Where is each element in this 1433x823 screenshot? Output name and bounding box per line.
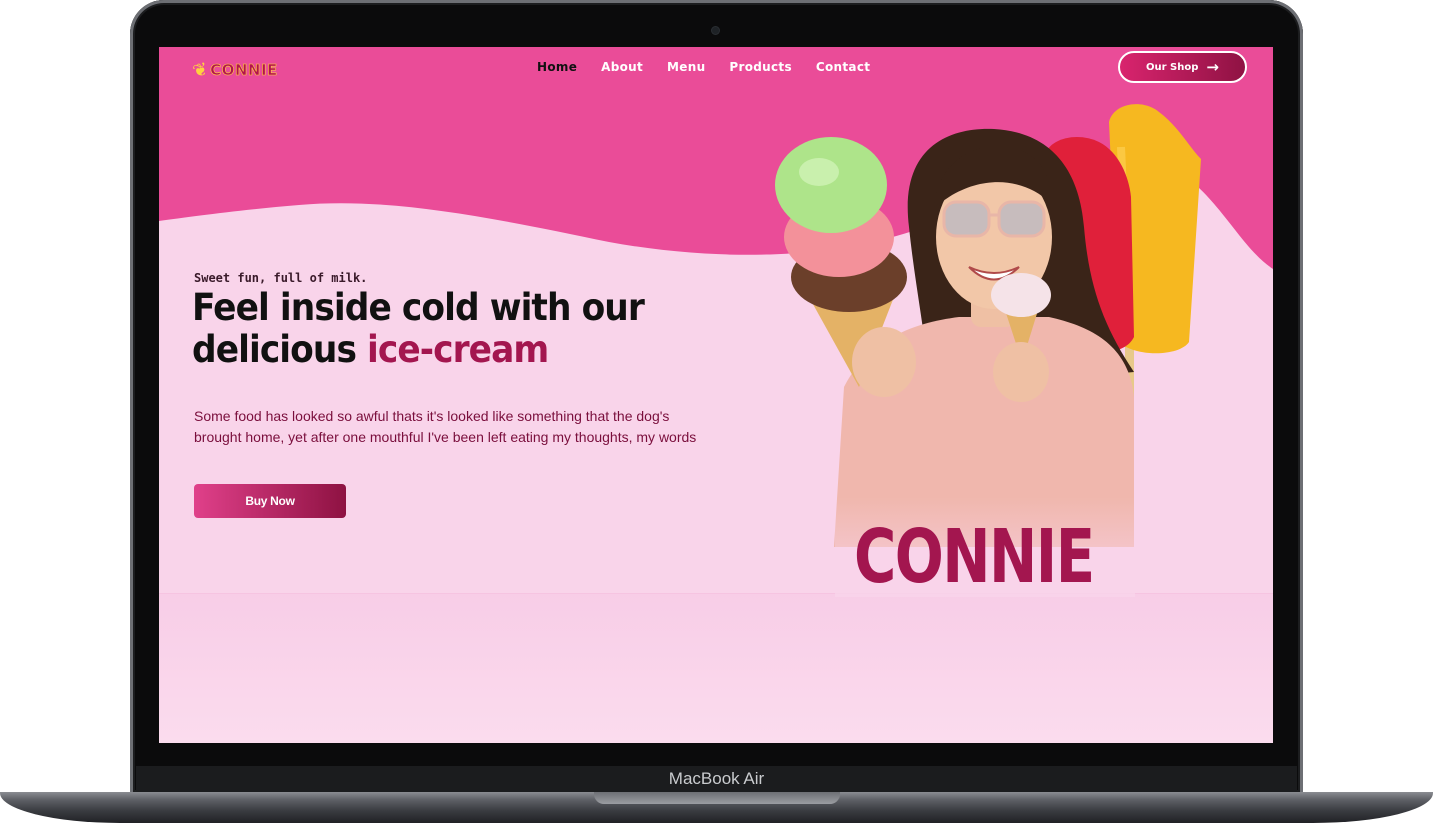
nav-products[interactable]: Products bbox=[729, 60, 791, 74]
nav-menu[interactable]: Menu bbox=[667, 60, 705, 74]
logo-text: CONNIE bbox=[210, 61, 278, 80]
device-label: MacBook Air bbox=[668, 769, 765, 788]
headline-line-1: Feel inside cold with our bbox=[192, 286, 645, 329]
lower-section bbox=[159, 593, 1273, 743]
headline-accent: ice-cream bbox=[367, 328, 549, 371]
arrow-right-icon: → bbox=[1206, 57, 1219, 76]
laptop-notch bbox=[594, 792, 840, 804]
headline-line-2: delicious bbox=[192, 328, 368, 371]
brand-overlay-text: CONNIE bbox=[854, 514, 1095, 600]
hero-headline: Feel inside cold with our delicious ice-… bbox=[192, 287, 713, 371]
nav-home[interactable]: Home bbox=[537, 60, 577, 74]
nav-contact[interactable]: Contact bbox=[816, 60, 870, 74]
main-nav: Home About Menu Products Contact bbox=[537, 60, 870, 74]
nav-about[interactable]: About bbox=[601, 60, 643, 74]
hero-eyebrow: Sweet fun, full of milk. bbox=[194, 271, 368, 285]
camera-icon bbox=[712, 27, 719, 34]
site-logo[interactable]: ❦ CONNIE bbox=[190, 55, 278, 85]
ice-cream-logo-icon: ❦ bbox=[190, 57, 211, 83]
our-shop-label: Our Shop bbox=[1146, 61, 1199, 73]
our-shop-button[interactable]: Our Shop → bbox=[1118, 51, 1247, 83]
buy-now-button[interactable]: Buy Now bbox=[194, 484, 346, 518]
website-screen: ❦ CONNIE Home About Menu Products Contac… bbox=[159, 47, 1273, 743]
hero-paragraph: Some food has looked so awful thats it's… bbox=[194, 408, 697, 445]
